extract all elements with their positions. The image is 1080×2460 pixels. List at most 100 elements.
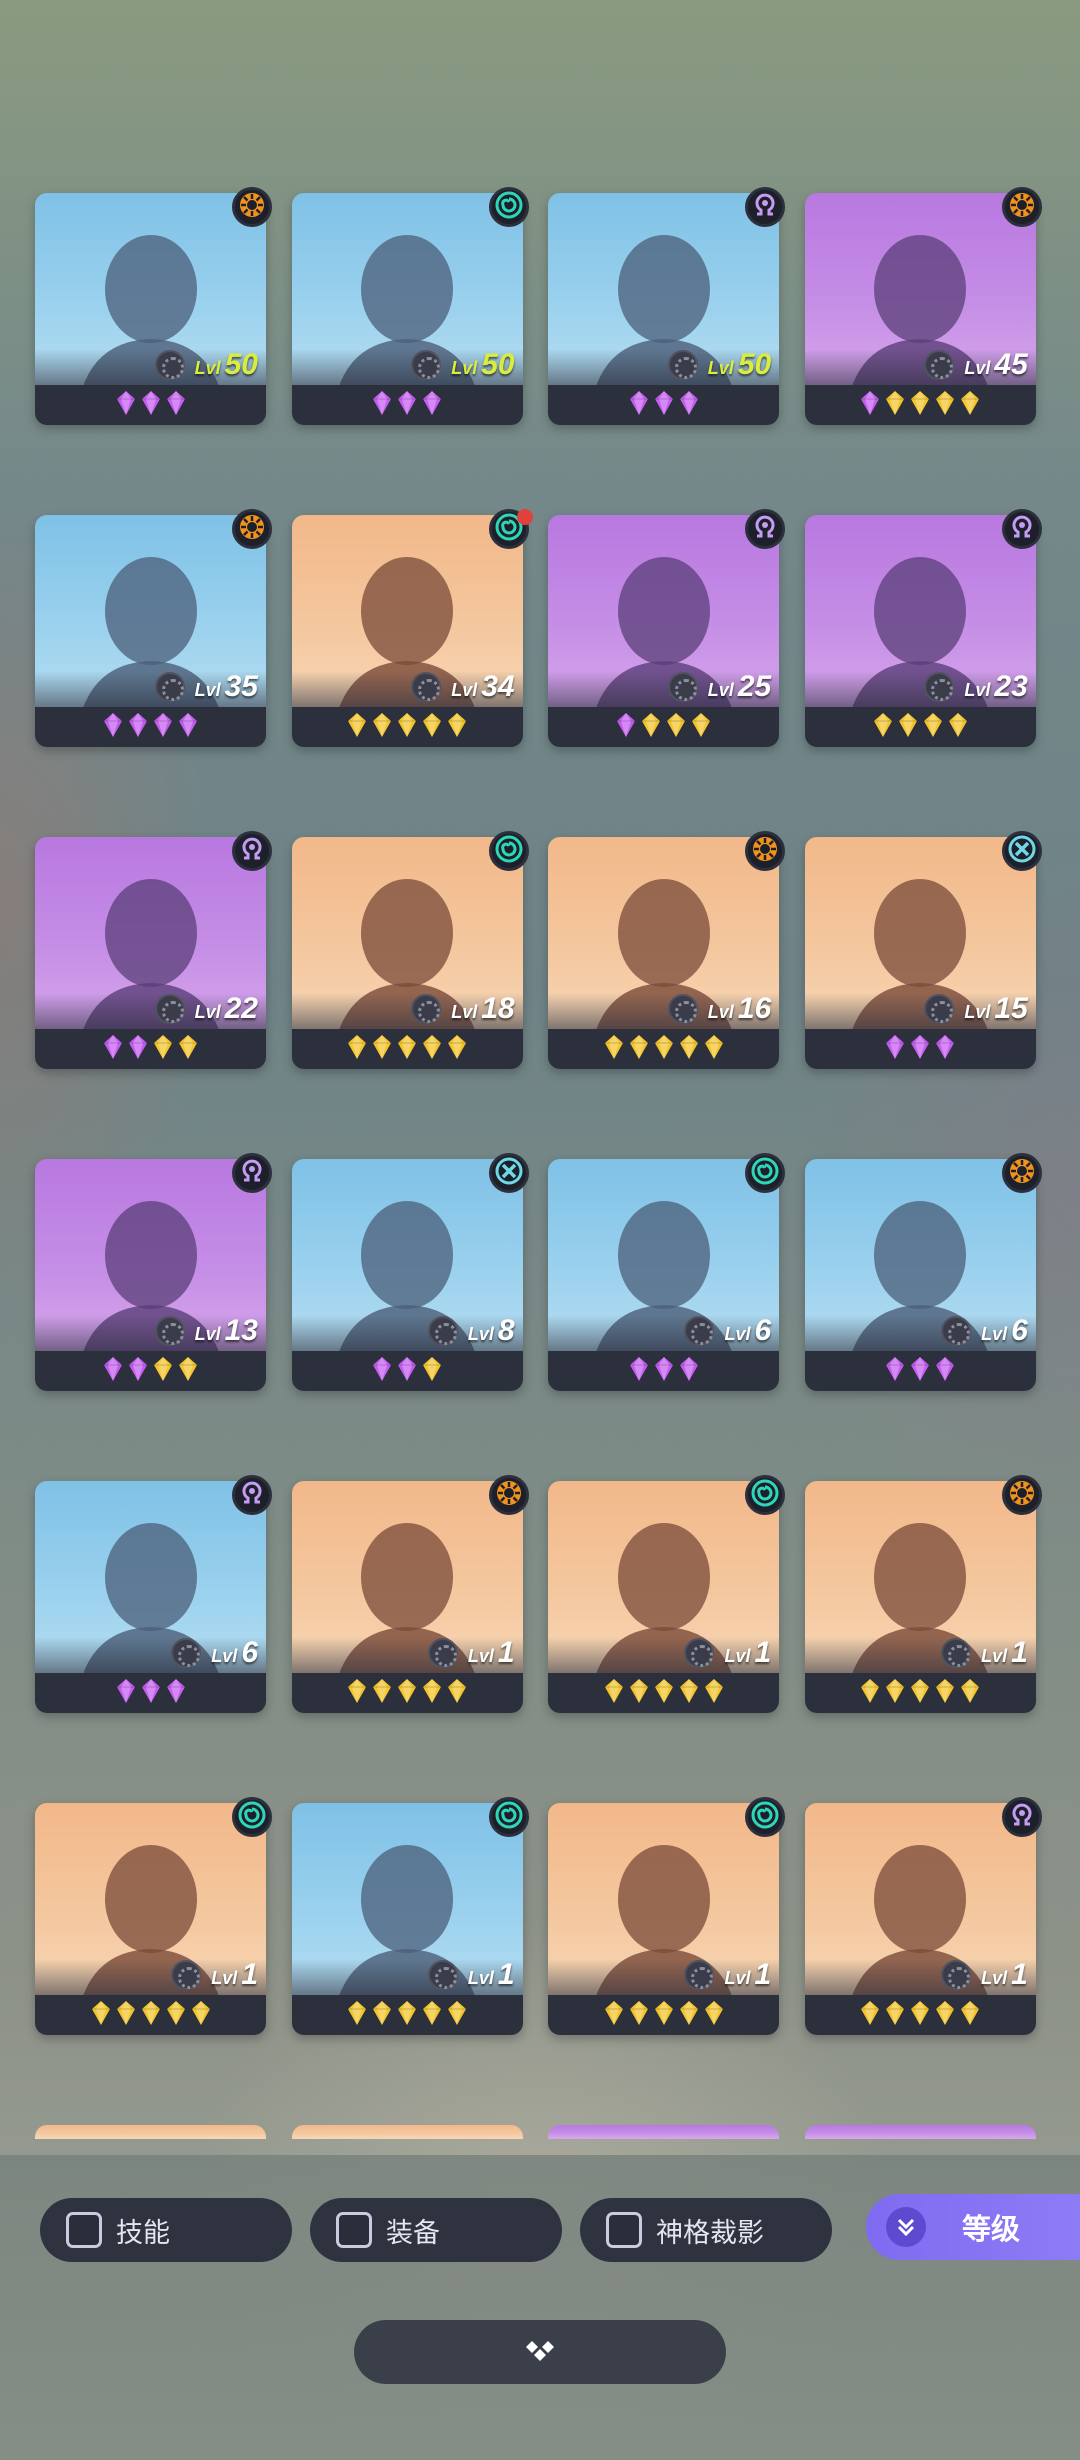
hero-card[interactable]: Lvl 1 xyxy=(804,1475,1042,1713)
level-row: Lvl 1 xyxy=(427,1633,515,1673)
hero-card[interactable]: Lvl 16 xyxy=(548,831,786,1069)
purple-gem-icon xyxy=(909,1034,931,1065)
gear-icon xyxy=(924,994,955,1024)
gold-gem-icon xyxy=(396,1678,418,1709)
hero-level: Lvl 22 xyxy=(195,992,258,1026)
level-row: Lvl 50 xyxy=(154,345,258,385)
class-badge xyxy=(488,1797,529,1837)
sort-label: 等级 xyxy=(962,2214,1021,2246)
hero-level: Lvl 1 xyxy=(468,1636,515,1670)
hero-card-peek xyxy=(804,2125,1036,2139)
level-value: 6 xyxy=(754,1314,772,1347)
gem-rating xyxy=(291,1995,523,2035)
gold-gem-icon xyxy=(421,1034,443,1065)
swirl-icon xyxy=(494,834,524,869)
level-label: Lvl xyxy=(194,358,221,378)
gold-gem-icon xyxy=(371,1678,393,1709)
hero-card[interactable]: Lvl 1 xyxy=(291,1797,529,2035)
level-label: Lvl xyxy=(194,680,221,700)
level-value: 50 xyxy=(737,348,772,381)
level-row: Lvl 1 xyxy=(941,1955,1028,1995)
hero-card[interactable]: Lvl 35 xyxy=(35,509,272,747)
hero-card[interactable]: Lvl 8 xyxy=(291,1153,529,1391)
hero-card[interactable]: Lvl 34 xyxy=(291,509,533,747)
level-label: Lvl xyxy=(707,358,734,378)
level-row: Lvl 15 xyxy=(924,989,1028,1029)
hero-card[interactable]: Lvl 45 xyxy=(804,187,1042,425)
hero-card[interactable]: Lvl 1 xyxy=(548,1797,786,2035)
gear-icon xyxy=(411,350,442,380)
gear-icon xyxy=(667,350,698,380)
expand-handle[interactable] xyxy=(354,2320,726,2384)
level-label: Lvl xyxy=(724,1324,751,1344)
gem-rating xyxy=(35,1673,266,1713)
hero-card[interactable]: Lvl 50 xyxy=(548,187,786,425)
sun-icon xyxy=(494,1478,524,1513)
hero-card[interactable]: Lvl 6 xyxy=(35,1475,272,1713)
hero-grid: Lvl 50 Lvl 50 Lvl 50 Lvl 45 Lvl 35 Lvl 3… xyxy=(35,187,1045,2035)
hero-level: Lvl 18 xyxy=(451,992,514,1026)
purple-gem-icon xyxy=(859,390,881,421)
gold-gem-icon xyxy=(371,1034,393,1065)
class-badge xyxy=(745,187,786,227)
checkbox-icon[interactable] xyxy=(66,2212,102,2248)
next-row-peek xyxy=(35,2125,1045,2139)
sort-by-level-button[interactable]: 等级 xyxy=(866,2194,1080,2260)
hero-card[interactable]: Lvl 50 xyxy=(291,187,529,425)
gold-gem-icon xyxy=(396,1034,418,1065)
gold-gem-icon xyxy=(396,2000,418,2031)
filter-divine-toggle[interactable]: 神格裁影 xyxy=(580,2198,832,2262)
swirl-icon xyxy=(750,1156,780,1191)
filter-equipment-toggle[interactable]: 装备 xyxy=(310,2198,562,2262)
level-value: 1 xyxy=(497,1958,515,1991)
cross-icon xyxy=(1007,834,1037,869)
hero-card[interactable]: Lvl 50 xyxy=(35,187,272,425)
hero-card[interactable]: Lvl 1 xyxy=(548,1475,786,1713)
gear-icon xyxy=(171,1960,202,1990)
hero-card[interactable]: Lvl 6 xyxy=(804,1153,1042,1391)
gold-gem-icon xyxy=(703,1034,725,1065)
gold-gem-icon xyxy=(909,1678,931,1709)
hero-card[interactable]: Lvl 1 xyxy=(804,1797,1042,2035)
hero-level: Lvl 1 xyxy=(724,1958,771,1992)
class-badge xyxy=(488,187,529,227)
hero-card[interactable]: Lvl 6 xyxy=(548,1153,786,1391)
gear-icon xyxy=(667,672,698,702)
level-value: 35 xyxy=(224,670,258,703)
filter-skill-toggle[interactable]: 技能 xyxy=(40,2198,292,2262)
purple-gem-icon xyxy=(165,390,187,421)
level-value: 50 xyxy=(481,348,515,381)
hero-card[interactable]: Lvl 1 xyxy=(35,1797,272,2035)
gold-gem-icon xyxy=(446,2000,468,2031)
class-badge xyxy=(1001,1797,1042,1837)
hero-card[interactable]: Lvl 25 xyxy=(548,509,786,747)
sun-icon xyxy=(1007,1478,1037,1513)
hero-card[interactable]: Lvl 18 xyxy=(291,831,529,1069)
level-value: 25 xyxy=(737,670,772,703)
checkbox-icon[interactable] xyxy=(336,2212,372,2248)
omega-icon xyxy=(237,1156,267,1191)
hero-card[interactable]: Lvl 23 xyxy=(804,509,1042,747)
gem-rating xyxy=(291,1351,523,1391)
hero-card[interactable]: Lvl 22 xyxy=(35,831,272,1069)
level-label: Lvl xyxy=(707,680,734,700)
gem-rating xyxy=(804,1351,1036,1391)
hero-card[interactable]: Lvl 13 xyxy=(35,1153,272,1391)
hero-card[interactable]: Lvl 15 xyxy=(804,831,1042,1069)
gem-rating xyxy=(804,1995,1036,2035)
gold-gem-icon xyxy=(421,2000,443,2031)
level-row: Lvl 16 xyxy=(667,989,771,1029)
hero-card-peek xyxy=(291,2125,523,2139)
level-label: Lvl xyxy=(467,1968,494,1988)
class-badge xyxy=(488,1475,529,1515)
level-row: Lvl 18 xyxy=(411,989,515,1029)
gem-rating xyxy=(548,1673,780,1713)
hero-level: Lvl 8 xyxy=(468,1314,515,1348)
purple-gem-icon xyxy=(140,1678,162,1709)
level-row: Lvl 1 xyxy=(427,1955,515,1995)
purple-gem-icon xyxy=(934,1356,956,1387)
purple-gem-icon xyxy=(678,390,700,421)
level-value: 1 xyxy=(754,1636,772,1669)
hero-card[interactable]: Lvl 1 xyxy=(291,1475,529,1713)
checkbox-icon[interactable] xyxy=(606,2212,642,2248)
